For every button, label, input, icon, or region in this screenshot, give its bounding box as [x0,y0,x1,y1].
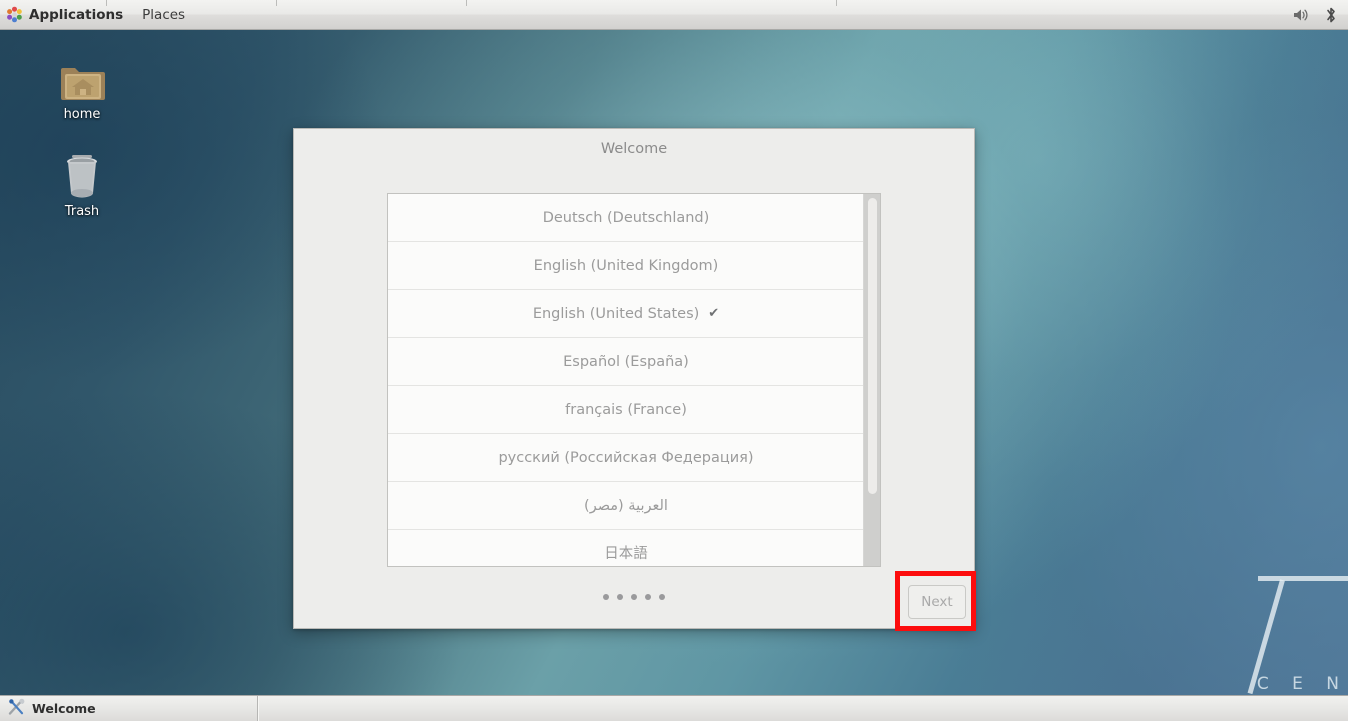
language-option[interactable]: Español (España) [388,338,864,386]
desktop-icon-trash[interactable]: Trash [38,145,126,219]
top-panel: Applications Places [0,0,1348,30]
desktop-icon-home-label: home [63,107,101,122]
applications-menu[interactable]: Applications [0,0,132,30]
next-button[interactable]: Next [908,585,966,619]
page-dot [617,594,623,600]
language-option-label: Deutsch (Deutschland) [542,210,710,226]
applications-menu-label: Applications [29,6,124,23]
panel-separator-1 [106,0,107,6]
language-list-scrollbar-thumb[interactable] [868,198,877,494]
places-menu[interactable]: Places [132,0,195,30]
dialog-title: Welcome [600,141,668,157]
desktop-icon-trash-label: Trash [64,204,100,219]
welcome-dialog: Welcome Deutsch (Deutschland) English (Un… [293,128,976,631]
language-option[interactable]: Deutsch (Deutschland) [388,194,864,242]
wallpaper-brand-text: C E N [1256,674,1348,694]
language-list-scrollbar[interactable] [863,194,880,566]
language-option-label: Español (España) [563,354,689,370]
desktop-screen: C E N Applications Places home Trash Wel… [0,0,1348,721]
language-option-label: English (United Kingdom) [533,258,719,274]
taskbar: Welcome [0,695,1348,721]
taskbar-window-welcome[interactable]: Welcome [0,696,258,721]
page-dot [631,594,637,600]
panel-separator-2 [276,0,277,6]
taskbar-window-label: Welcome [32,701,96,716]
language-listbox[interactable]: Deutsch (Deutschland) English (United Kin… [387,193,881,567]
home-folder-icon [38,48,126,102]
system-tray [1288,0,1344,29]
page-dot [645,594,651,600]
language-option-label: English (United States) [532,306,700,322]
applications-pinwheel-icon [6,6,23,23]
volume-icon[interactable] [1288,2,1314,28]
tools-icon [7,698,25,720]
language-option[interactable]: français (France) [388,386,864,434]
language-option-label: français (France) [565,402,687,418]
language-option[interactable]: English (United States) ✔ [388,290,864,338]
language-list[interactable]: Deutsch (Deutschland) English (United Kin… [388,194,864,566]
language-option[interactable]: العربية (مصر) [388,482,864,530]
trash-icon [38,145,126,199]
language-option[interactable]: русский (Российская Федерация) [388,434,864,482]
dialog-titlebar: Welcome [294,129,974,169]
panel-separator-4 [836,0,837,6]
language-option-label: русский (Российская Федерация) [498,450,754,466]
taskbar-empty-area [258,696,1348,721]
page-indicator-dots [294,594,974,600]
bluetooth-icon[interactable] [1318,2,1344,28]
language-option-label: العربية (مصر) [584,498,668,514]
page-dot [603,594,609,600]
page-dot [659,594,665,600]
check-icon: ✔ [708,306,720,321]
language-option[interactable]: English (United Kingdom) [388,242,864,290]
places-menu-label: Places [142,6,186,23]
next-button-highlight-area: Next [895,571,976,631]
panel-separator-3 [466,0,467,6]
language-option-label: 日本語 [604,546,648,562]
desktop-icon-home[interactable]: home [38,48,126,122]
language-option[interactable]: 日本語 [388,530,864,566]
